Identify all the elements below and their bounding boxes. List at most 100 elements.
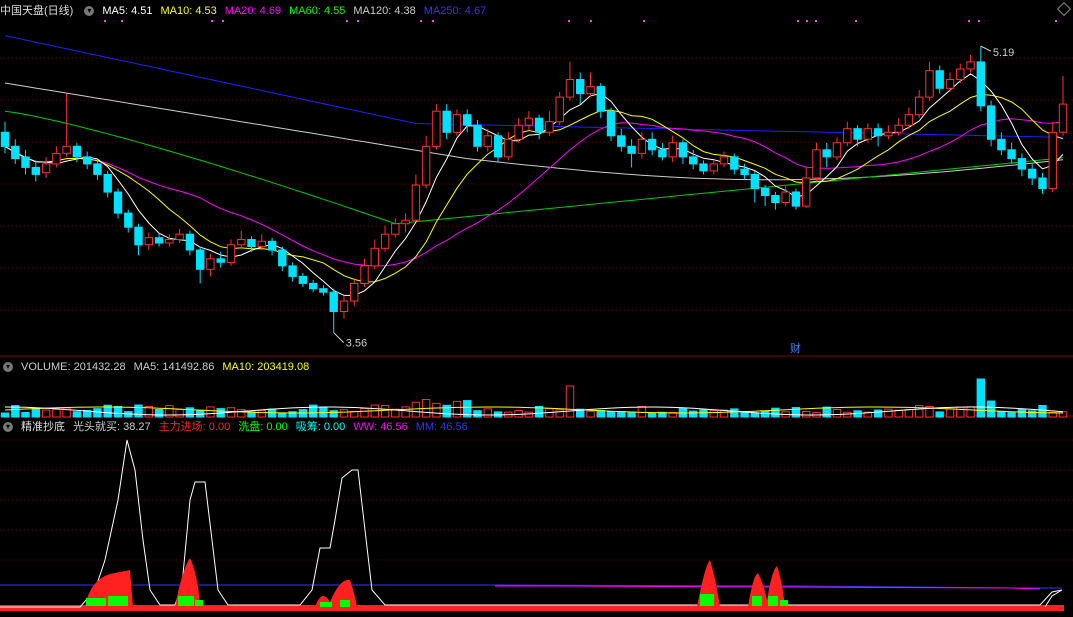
- candle-body: [781, 191, 790, 203]
- candle-body: [329, 291, 338, 313]
- stock-chart-canvas[interactable]: 5.19 3.56 财: [0, 0, 1073, 617]
- candle-body: [545, 121, 554, 133]
- candle-body: [586, 86, 595, 95]
- candle-body: [966, 61, 975, 70]
- volume-bar: [175, 409, 184, 418]
- candle-body: [678, 142, 688, 158]
- volume-bar: [329, 410, 338, 418]
- candle-body: [812, 149, 821, 179]
- candle-body: [791, 191, 801, 207]
- volume-bar: [380, 405, 390, 418]
- candle-body: [401, 219, 410, 225]
- candle-body: [350, 282, 359, 302]
- candle-body: [863, 128, 872, 140]
- signal-dot: [806, 20, 808, 22]
- signal-dot: [357, 20, 359, 22]
- volume-bar: [524, 411, 534, 418]
- candle-body: [124, 212, 133, 228]
- candle-body: [1007, 149, 1016, 160]
- candle-body: [1017, 158, 1027, 170]
- high-pointer: [980, 45, 992, 52]
- signal-dot: [211, 20, 213, 22]
- candle-body: [134, 226, 143, 246]
- xp-block: [178, 596, 194, 606]
- volume-bar: [473, 410, 482, 418]
- candle-body: [760, 188, 770, 196]
- volume-bar: [41, 409, 51, 418]
- candle-body: [514, 124, 523, 140]
- candle-body: [421, 145, 431, 186]
- signal-dot: [222, 20, 224, 22]
- volume-bar: [0, 412, 10, 418]
- candle-body: [288, 265, 297, 277]
- candle-body: [72, 145, 82, 158]
- ww-line: [495, 585, 1041, 590]
- candle-body: [524, 117, 534, 126]
- volume-bar: [278, 412, 287, 418]
- candle-body: [473, 124, 482, 147]
- signal-dot: [121, 20, 123, 22]
- volume-bar: [976, 378, 985, 418]
- volume-bar: [113, 405, 123, 418]
- xp-block: [768, 596, 778, 606]
- volume-bar: [606, 411, 616, 418]
- high-label: 5.19: [993, 47, 1014, 59]
- candle-body: [411, 184, 421, 221]
- volume-bar: [31, 408, 40, 418]
- candle-body: [730, 156, 739, 170]
- volume-bar: [617, 411, 626, 418]
- volume-bar: [822, 406, 831, 418]
- candle-body: [647, 138, 657, 151]
- volume-bar: [956, 406, 965, 418]
- candle-body: [1058, 103, 1068, 133]
- candle-body: [0, 131, 10, 147]
- volume-bar: [904, 408, 914, 418]
- candle-body: [637, 138, 647, 154]
- candle-body: [93, 163, 102, 175]
- candle-body: [196, 249, 205, 270]
- candle-body: [360, 265, 369, 284]
- candle-body: [52, 152, 61, 165]
- volume-bar: [986, 400, 996, 418]
- low-pointer: [333, 332, 345, 344]
- ma10-line: [4, 93, 1064, 283]
- signal-dot: [1055, 20, 1057, 22]
- candle-body: [1028, 168, 1037, 179]
- volume-bar: [647, 412, 657, 418]
- volume-bar: [432, 402, 441, 418]
- candle-body: [175, 233, 184, 240]
- candle-body: [463, 114, 472, 126]
- candle-body: [257, 240, 267, 248]
- volume-bar: [627, 411, 636, 418]
- candle-body: [493, 135, 503, 158]
- volume-bar: [319, 406, 328, 418]
- volume-bar: [802, 411, 811, 418]
- volume-bar: [360, 407, 369, 418]
- candle-body: [873, 128, 883, 137]
- candle-body: [41, 163, 51, 174]
- candle-body: [986, 105, 996, 140]
- candle-body: [884, 131, 893, 137]
- candle-body: [1048, 131, 1057, 190]
- volume-bar: [257, 409, 267, 418]
- candle-body: [853, 128, 862, 140]
- signal-dot: [643, 20, 645, 22]
- candle-body: [658, 149, 667, 158]
- candle-body: [534, 117, 544, 133]
- xp-block: [700, 594, 714, 606]
- signal-dot: [104, 20, 106, 22]
- volume-bar: [555, 409, 564, 418]
- candle-body: [997, 138, 1006, 151]
- volume-bar: [206, 406, 215, 418]
- volume-bar: [21, 412, 30, 418]
- candle-body: [576, 79, 585, 95]
- volume-bar: [52, 408, 61, 418]
- volume-bar: [935, 411, 944, 418]
- candle-body: [606, 110, 616, 137]
- xp-block: [752, 596, 762, 606]
- candle-body: [925, 70, 934, 98]
- candle-body: [309, 282, 318, 290]
- candle-body: [709, 163, 718, 172]
- volume-bar: [1028, 410, 1037, 418]
- volume-bar: [709, 409, 718, 418]
